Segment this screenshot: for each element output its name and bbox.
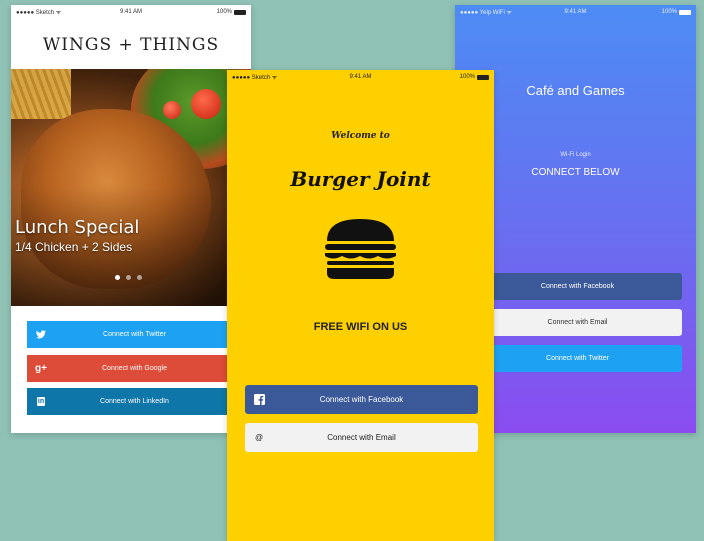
brand-title: Burger Joint xyxy=(290,167,431,191)
carousel-dot[interactable] xyxy=(126,275,131,280)
button-label: Connect with Facebook xyxy=(540,283,615,290)
status-bar: ●●●●● Sketch ᯤ 9:41 AM 100% xyxy=(11,5,251,19)
time-label: 9:41 AM xyxy=(564,9,587,15)
fries-image xyxy=(11,69,71,119)
tomato-image xyxy=(191,89,221,119)
hero-carousel[interactable]: Lunch Special 1/4 Chicken + 2 Sides xyxy=(11,69,251,306)
carousel-dots xyxy=(115,275,142,280)
connect-email-button[interactable]: @ Connect with Email xyxy=(245,423,478,452)
facebook-icon xyxy=(245,394,273,405)
carousel-dot[interactable] xyxy=(115,275,120,280)
hero-subtitle: 1/4 Chicken + 2 Sides xyxy=(15,240,133,254)
battery-label: 100% xyxy=(216,9,233,15)
connect-facebook-button[interactable]: Connect with Facebook xyxy=(473,273,682,300)
connect-email-button[interactable]: Connect with Email xyxy=(473,309,682,336)
welcome-label: Welcome to xyxy=(331,131,390,141)
button-label: Connect with LinkedIn xyxy=(100,398,169,405)
button-label: Connect with Email xyxy=(327,433,396,442)
status-bar: ●●●●● Yelp WiFi ᯤ 9:41 AM 100% xyxy=(455,5,696,19)
at-icon: @ xyxy=(254,433,264,442)
carrier-label: ●●●●● Sketch ᯤ xyxy=(16,10,62,16)
linkedin-icon: in xyxy=(36,397,46,406)
connect-twitter-button[interactable]: Connect with Twitter xyxy=(473,345,682,372)
google-plus-icon: g+ xyxy=(35,363,47,374)
battery-label: 100% xyxy=(661,9,677,15)
button-label: Connect with Twitter xyxy=(103,331,166,338)
time-label: 9:41 AM xyxy=(120,9,143,15)
button-label: Connect with Google xyxy=(102,365,167,372)
burger-icon xyxy=(325,219,396,279)
burger-joint-phone: ●●●●● Sketch ᯤ 9:41 AM 100% Welcome to B… xyxy=(227,70,494,541)
connect-facebook-button[interactable]: Connect with Facebook xyxy=(245,385,478,414)
free-wifi-label: FREE WIFI ON US xyxy=(313,321,408,333)
carrier-label: ●●●●● Yelp WiFi ᯤ xyxy=(460,10,512,16)
connect-twitter-button[interactable]: Connect with Twitter xyxy=(27,321,242,348)
battery-icon xyxy=(679,9,691,15)
button-label: Connect with Email xyxy=(547,319,608,326)
connect-linkedin-button[interactable]: in Connect with LinkedIn xyxy=(27,388,242,415)
hero-title: Lunch Special xyxy=(15,217,140,238)
battery-label: 100% xyxy=(459,74,476,80)
battery-icon xyxy=(234,9,247,15)
carousel-dot[interactable] xyxy=(137,275,142,280)
battery-icon xyxy=(477,74,490,80)
connect-google-button[interactable]: g+ Connect with Google xyxy=(27,355,242,382)
button-label: Connect with Facebook xyxy=(319,395,404,404)
time-label: 9:41 AM xyxy=(349,74,372,80)
page-title: WINGS + THINGS xyxy=(42,35,220,55)
twitter-icon xyxy=(27,330,55,339)
wings-things-phone: ●●●●● Sketch ᯤ 9:41 AM 100% WINGS + THIN… xyxy=(11,5,251,433)
status-bar: ●●●●● Sketch ᯤ 9:41 AM 100% xyxy=(227,70,494,84)
carrier-label: ●●●●● Sketch ᯤ xyxy=(232,75,278,81)
tomato-image xyxy=(163,101,181,119)
button-label: Connect with Twitter xyxy=(546,355,609,362)
